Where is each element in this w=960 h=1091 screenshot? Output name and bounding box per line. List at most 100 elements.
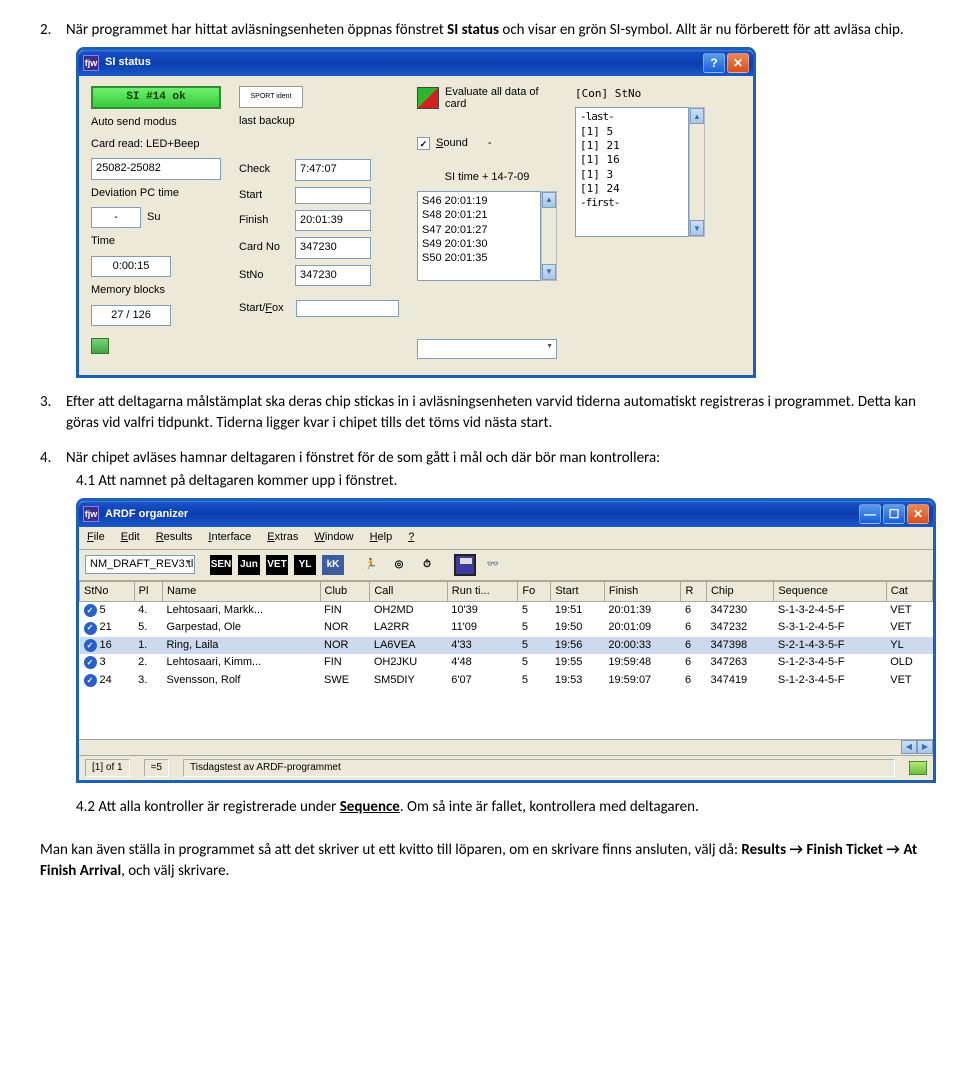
tool-yl[interactable]: YL <box>293 554 317 576</box>
cell: OH2JKU <box>370 654 447 671</box>
table-row[interactable]: ✓ 32.Lehtosaari, Kimm...FINOH2JKU4'48519… <box>80 654 933 671</box>
mem-val[interactable]: 27 / 126 <box>91 305 171 326</box>
table-row[interactable]: ✓ 54.Lehtosaari, Markk...FINOH2MD10'3951… <box>80 602 933 620</box>
startfox-input[interactable] <box>296 300 399 317</box>
punch-item: S49 20:01:30 <box>422 237 536 251</box>
cell: VET <box>886 619 932 636</box>
binocular-icon[interactable]: 👓 <box>481 554 505 576</box>
time-val[interactable]: 0:00:15 <box>91 256 171 277</box>
cell: FIN <box>320 654 370 671</box>
col-pl[interactable]: Pl <box>134 581 162 601</box>
col-start[interactable]: Start <box>551 581 605 601</box>
sportident-logo: SPORT ident <box>239 86 303 108</box>
sound-checkbox[interactable]: ✓ <box>417 137 430 150</box>
col-name[interactable]: Name <box>162 581 320 601</box>
target-icon[interactable]: ◎ <box>387 554 411 576</box>
punch-list[interactable]: S46 20:01:19S48 20:01:21S47 20:01:27S49 … <box>417 191 541 281</box>
close-button[interactable]: ✕ <box>727 53 749 73</box>
menu-results[interactable]: Results <box>156 530 193 545</box>
col-stno[interactable]: StNo <box>80 581 135 601</box>
p42-c: . Om så inte är fallet, kontrollera med … <box>400 798 699 816</box>
close-button[interactable]: ✕ <box>907 504 929 524</box>
maximize-button[interactable]: ☐ <box>883 504 905 524</box>
log-scrollbar[interactable]: ▲ ▼ <box>689 107 705 237</box>
cell: 19:59:07 <box>604 672 681 689</box>
cell: VET <box>886 672 932 689</box>
col-cat[interactable]: Cat <box>886 581 932 601</box>
stno-val[interactable]: 347230 <box>295 265 371 286</box>
tool-kk[interactable]: kK <box>321 554 345 576</box>
cell: 347419 <box>706 672 773 689</box>
punch-scrollbar[interactable]: ▲ ▼ <box>541 191 557 281</box>
step-num: 3. <box>40 392 66 434</box>
punch-item: S46 20:01:19 <box>422 194 536 208</box>
ardf-organizer-window: fjw ARDF organizer — ☐ ✕ FileEditResults… <box>76 498 936 783</box>
time-label: Time <box>91 234 221 249</box>
runner-icon[interactable]: 🏃 <box>359 554 383 576</box>
menu-extras[interactable]: Extras <box>267 530 298 545</box>
table-row[interactable]: ✓ 243.Svensson, RolfSWESM5DIY6'07519:531… <box>80 672 933 689</box>
menu-window[interactable]: Window <box>314 530 353 545</box>
minimize-button[interactable]: — <box>859 504 881 524</box>
hscroll-right[interactable]: ▶ <box>917 740 933 754</box>
menu-?[interactable]: ? <box>408 530 414 545</box>
port-range-field[interactable]: 25082-25082 <box>91 158 221 179</box>
check-val[interactable]: 7:47:07 <box>295 159 371 180</box>
col-r[interactable]: R <box>681 581 707 601</box>
cell: ✓ 21 <box>80 619 135 636</box>
doc-end: Man kan även ställa in programmet så att… <box>40 840 920 882</box>
doc-step-3: 3. Efter att deltagarna målstämplat ska … <box>40 392 920 434</box>
menu-edit[interactable]: Edit <box>121 530 140 545</box>
check-label: Check <box>239 162 289 177</box>
finish-val[interactable]: 20:01:39 <box>295 210 371 231</box>
tool-jun[interactable]: Jun <box>237 554 261 576</box>
help-button[interactable]: ? <box>703 53 725 73</box>
hscroll-left[interactable]: ◀ <box>901 740 917 754</box>
scroll-up-button[interactable]: ▲ <box>690 108 704 124</box>
table-row[interactable]: ✓ 161.Ring, LailaNORLA6VEA4'33519:5620:0… <box>80 637 933 654</box>
cell: Lehtosaari, Markk... <box>162 602 320 620</box>
col-call[interactable]: Call <box>370 581 447 601</box>
step-text: Efter att deltagarna målstämplat ska der… <box>66 392 920 434</box>
si-ok-badge: SI #14 ok <box>91 86 221 109</box>
log-list[interactable]: -last-[1] 5[1] 21[1] 16[1] 3[1] 24-first… <box>575 107 689 237</box>
cell: SWE <box>320 672 370 689</box>
scroll-up-button[interactable]: ▲ <box>542 192 556 208</box>
menu-file[interactable]: File <box>87 530 105 545</box>
results-table[interactable]: StNoPlNameClubCallRun ti...FoStartFinish… <box>79 581 933 689</box>
app-icon: fjw <box>83 55 99 71</box>
status-icon <box>909 761 927 775</box>
cell: 19:55 <box>551 654 605 671</box>
startfox-dropdown[interactable] <box>417 339 557 359</box>
clock-icon[interactable]: ⏱ <box>415 554 439 576</box>
col-sequence[interactable]: Sequence <box>774 581 886 601</box>
dev-pc-val[interactable]: - <box>91 207 141 228</box>
menu-bar: File Edit Results Interface Extras Window Help… <box>79 527 933 549</box>
col-runti[interactable]: Run ti... <box>447 581 518 601</box>
col-fo[interactable]: Fo <box>518 581 551 601</box>
punch-item: S48 20:01:21 <box>422 208 536 222</box>
status-title: Tisdagstest av ARDF-programmet <box>183 759 895 777</box>
menu-interface[interactable]: Interface <box>208 530 251 545</box>
scroll-down-button[interactable]: ▼ <box>542 264 556 280</box>
file-dropdown[interactable]: NM_DRAFT_REV3.tl <box>85 555 195 574</box>
status-page: [1] of 1 <box>85 759 130 777</box>
start-val[interactable] <box>295 187 371 204</box>
tool-sen[interactable]: SEN <box>209 554 233 576</box>
scroll-down-button[interactable]: ▼ <box>690 220 704 236</box>
save-icon[interactable] <box>453 554 477 576</box>
cell: 347263 <box>706 654 773 671</box>
cell: 19:56 <box>551 637 605 654</box>
cell: 347232 <box>706 619 773 636</box>
cardno-val[interactable]: 347230 <box>295 237 371 258</box>
col-club[interactable]: Club <box>320 581 370 601</box>
col-finish[interactable]: Finish <box>604 581 681 601</box>
book-icon[interactable] <box>91 338 109 354</box>
card-read-label: Card read: LED+Beep <box>91 137 221 152</box>
tool-vet[interactable]: VET <box>265 554 289 576</box>
table-row[interactable]: ✓ 215.Garpestad, OleNORLA2RR11'09519:502… <box>80 619 933 636</box>
status-bar: [1] of 1 =5 Tisdagstest av ARDF-programm… <box>79 755 933 780</box>
col-chip[interactable]: Chip <box>706 581 773 601</box>
menu-help[interactable]: Help <box>370 530 393 545</box>
su-label: Su <box>147 210 160 225</box>
